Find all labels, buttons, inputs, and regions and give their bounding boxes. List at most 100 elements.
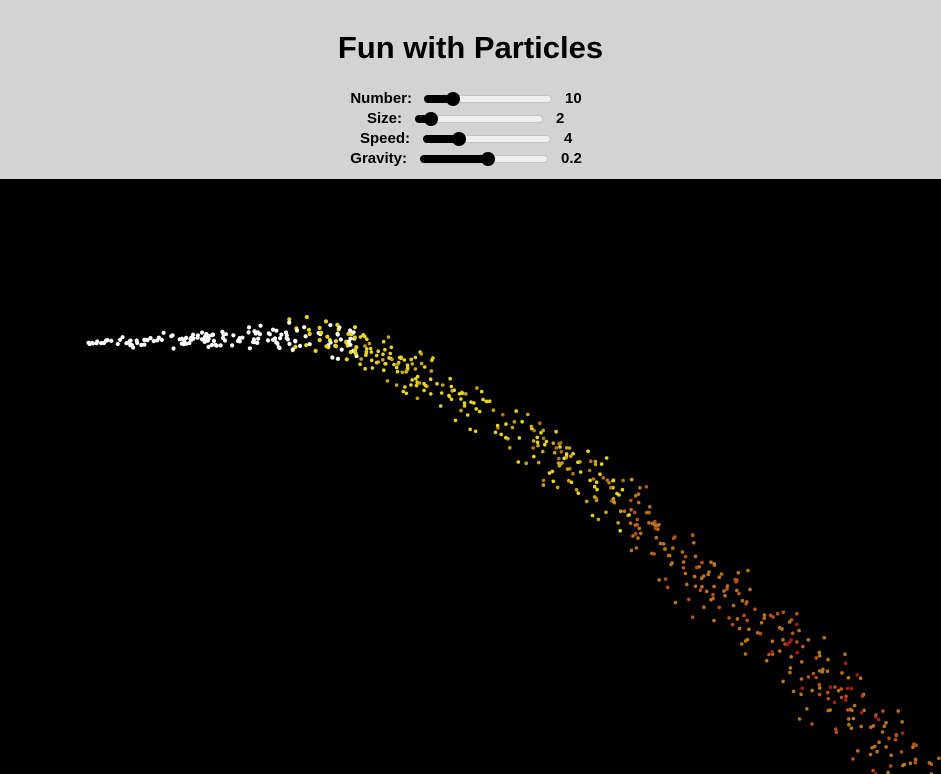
particle [872, 744, 877, 749]
particle [267, 332, 272, 337]
particle [731, 603, 736, 608]
particle [352, 325, 358, 330]
particle [592, 484, 597, 489]
particle [665, 585, 670, 590]
particle [825, 669, 830, 673]
particle [353, 348, 358, 353]
particle [402, 358, 407, 362]
particle [735, 588, 739, 593]
particle [128, 343, 133, 348]
particle [834, 730, 839, 734]
particle [805, 707, 809, 711]
particle [544, 439, 549, 444]
particle [388, 351, 393, 356]
particle [440, 383, 445, 387]
number-slider-thumb[interactable] [446, 92, 460, 106]
particle [609, 485, 613, 490]
particle [852, 703, 857, 708]
particle [759, 621, 764, 625]
number-slider[interactable] [424, 92, 552, 106]
particle [896, 709, 901, 713]
particle [748, 587, 752, 592]
particle [871, 724, 876, 728]
particle [389, 345, 394, 350]
particle [516, 460, 521, 464]
particle [423, 383, 428, 388]
particle [692, 541, 696, 545]
particle [828, 685, 833, 689]
particle [161, 330, 166, 335]
particle [661, 542, 666, 546]
particle [256, 336, 261, 341]
particle [569, 480, 574, 485]
particle [335, 356, 340, 361]
particle [844, 694, 848, 699]
particle [622, 509, 627, 513]
particle [335, 332, 340, 337]
particle [637, 526, 642, 531]
speed-slider[interactable] [423, 132, 551, 146]
particle [307, 342, 312, 347]
particle [856, 749, 860, 753]
size-slider-thumb[interactable] [424, 112, 438, 126]
particle [188, 337, 193, 342]
particle [611, 478, 616, 483]
particle [593, 462, 598, 467]
size-slider[interactable] [415, 112, 543, 126]
particle [843, 698, 848, 702]
particle [171, 346, 176, 351]
particle [382, 368, 386, 372]
particle [604, 510, 608, 515]
particle [452, 388, 457, 392]
particle [914, 743, 919, 747]
particle [588, 478, 592, 483]
particle [789, 655, 793, 659]
particle [610, 499, 614, 503]
particle [645, 510, 649, 515]
particle [246, 330, 251, 335]
particle [709, 560, 713, 564]
particle [385, 379, 390, 383]
particle [882, 724, 887, 728]
particle [279, 332, 284, 337]
particle [847, 722, 851, 727]
particle-canvas[interactable] [0, 179, 941, 774]
particle [230, 343, 235, 348]
number-label: Number: [350, 90, 412, 107]
particle [818, 686, 822, 690]
particle [810, 722, 814, 726]
particle [206, 336, 211, 341]
particle [278, 336, 283, 341]
particle [578, 470, 583, 474]
particle [541, 449, 545, 454]
particle [788, 666, 793, 670]
particle [871, 768, 875, 773]
particle [671, 536, 676, 540]
particle [633, 523, 638, 527]
particle [874, 713, 878, 717]
particle [814, 656, 819, 660]
speed-slider-thumb[interactable] [452, 132, 466, 146]
particle [877, 740, 881, 744]
particle [214, 343, 219, 348]
particle [653, 526, 658, 531]
particle [596, 517, 601, 522]
particle [884, 721, 888, 725]
particle [839, 695, 844, 700]
particle [817, 650, 822, 655]
particle [307, 331, 312, 337]
particle [619, 509, 623, 513]
particle [429, 392, 433, 396]
particle [317, 338, 322, 343]
gravity-slider[interactable] [420, 152, 548, 166]
gravity-slider-thumb[interactable] [481, 152, 495, 166]
particle [707, 570, 711, 574]
particle [401, 389, 406, 394]
particle [319, 330, 324, 335]
particle [683, 571, 688, 576]
particle [512, 420, 517, 424]
particle [328, 323, 333, 328]
particle [653, 519, 657, 524]
particle [629, 498, 633, 503]
particle [822, 635, 827, 640]
